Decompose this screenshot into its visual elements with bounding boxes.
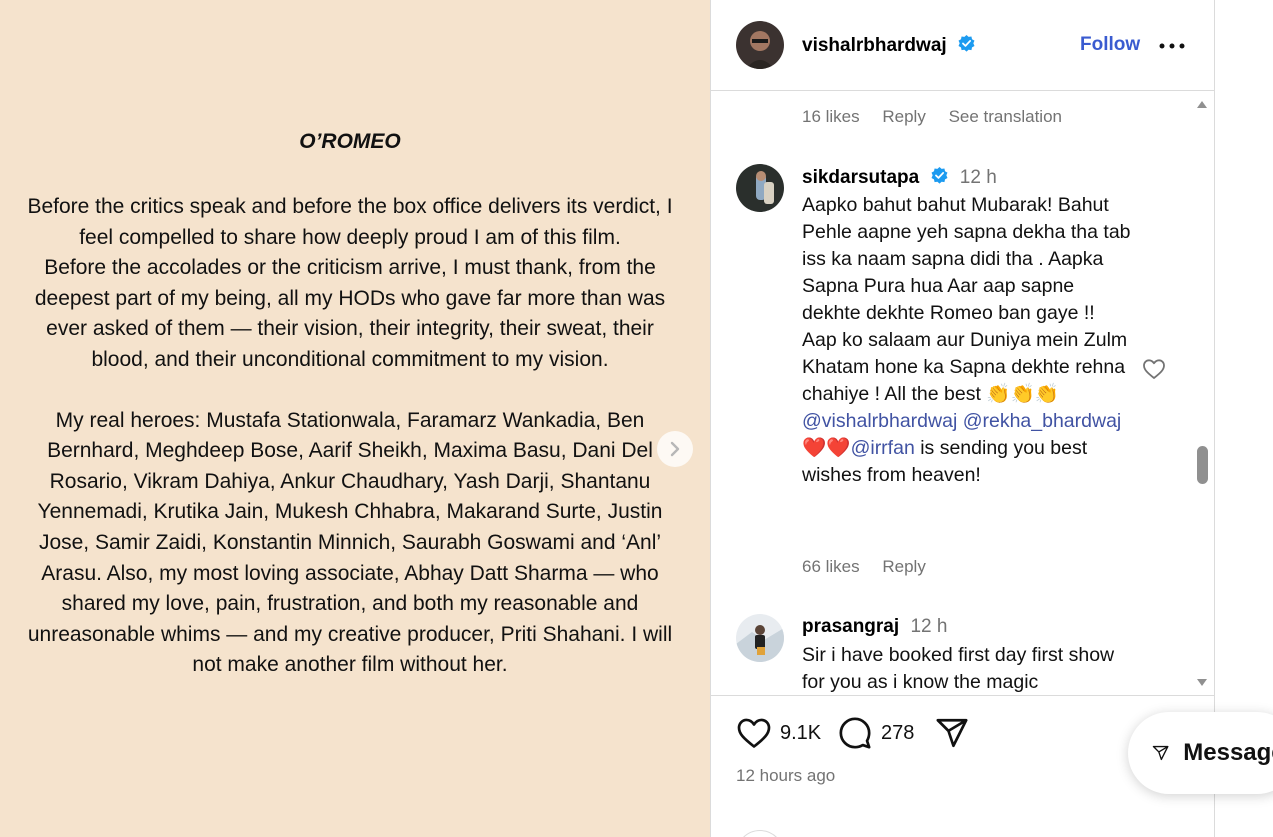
chevron-right-icon — [670, 441, 680, 457]
comment-text: Sir i have booked first day first show f… — [802, 644, 1115, 693]
author-username[interactable]: vishalrbhardwaj — [802, 34, 976, 57]
instagram-post-view: O’ROMEO Before the critics speak and bef… — [0, 0, 1273, 837]
comment-meta: 66 likes Reply — [802, 557, 944, 577]
heart-icon[interactable] — [736, 716, 772, 750]
see-translation-button[interactable]: See translation — [949, 107, 1062, 126]
post-image-title: O’ROMEO — [299, 130, 401, 153]
comment-count[interactable]: 278 — [881, 722, 914, 745]
mention-link[interactable]: @vishalrbhardwaj — [802, 410, 957, 432]
scroll-up-arrow-icon[interactable] — [1196, 99, 1208, 109]
messages-button[interactable]: Messages — [1128, 712, 1273, 794]
like-comment-heart-icon[interactable] — [1142, 358, 1166, 380]
post-image: O’ROMEO Before the critics speak and bef… — [0, 0, 710, 837]
verified-badge-icon — [958, 34, 975, 52]
mention-link[interactable]: @irrfan — [851, 437, 915, 459]
like-button[interactable]: 9.1K — [736, 716, 821, 750]
hearts-emoji: ❤️❤️ — [802, 437, 851, 459]
comment-text: Aapko bahut bahut Mubarak! Bahut Pehle a… — [802, 192, 1132, 489]
post-paragraph-3: My real heroes: Mustafa Stationwala, Far… — [27, 408, 673, 677]
send-paper-plane-icon — [1152, 745, 1169, 761]
next-image-button[interactable] — [657, 431, 693, 467]
author-avatar[interactable] — [736, 21, 784, 69]
more-options-icon[interactable] — [1159, 34, 1185, 58]
share-button[interactable] — [934, 716, 970, 750]
comments-list[interactable]: 16 likes Reply See translation sikdarsut… — [711, 91, 1215, 695]
comment-item: prasangraj 12 h Sir i have booked first … — [711, 614, 1181, 695]
post-side-panel: vishalrbhardwaj Follow 16 likes Reply Se… — [710, 0, 1215, 837]
comment-item: sikdarsutapa 12 h Aapko bahut bahut Muba… — [711, 164, 1181, 594]
comment-header: prasangraj 12 h — [802, 616, 947, 638]
post-paragraph-2: Before the accolades or the criticism ar… — [34, 256, 666, 371]
post-paragraph-1: Before the critics speak and before the … — [27, 195, 673, 249]
commenter-avatar[interactable] — [736, 164, 784, 212]
messages-label[interactable]: Messages — [1183, 739, 1273, 767]
send-paper-plane-icon[interactable] — [934, 716, 970, 750]
comment-bubble-icon[interactable] — [837, 716, 873, 750]
verified-badge-icon — [931, 166, 947, 184]
scroll-down-arrow-icon[interactable] — [1196, 678, 1208, 688]
comment-body: Aapko bahut bahut Mubarak! Bahut Pehle a… — [802, 194, 1131, 405]
comment-reply-button[interactable]: Reply — [882, 557, 925, 576]
comment-button[interactable]: 278 — [837, 716, 914, 750]
comments-scrollbar[interactable] — [1193, 96, 1211, 694]
previous-comment-meta: 16 likes Reply See translation — [802, 107, 1080, 127]
post-image-text: Before the critics speak and before the … — [20, 192, 680, 681]
commenter-avatar[interactable] — [736, 614, 784, 662]
comment-time[interactable]: 12 h — [960, 167, 997, 188]
comment-likes[interactable]: 16 likes — [802, 107, 860, 126]
commenter-username[interactable]: sikdarsutapa — [802, 167, 919, 188]
comment-time[interactable]: 12 h — [910, 616, 947, 637]
mention-link[interactable]: @rekha_bhardwaj — [963, 410, 1122, 432]
author-username-text[interactable]: vishalrbhardwaj — [802, 35, 947, 56]
comment-likes[interactable]: 66 likes — [802, 557, 860, 576]
commenter-username[interactable]: prasangraj — [802, 616, 899, 637]
scrollbar-thumb[interactable] — [1197, 446, 1208, 484]
post-header: vishalrbhardwaj Follow — [711, 0, 1215, 91]
avatar — [736, 830, 784, 837]
post-time-ago[interactable]: 12 hours ago — [736, 766, 835, 786]
comment-reply-button[interactable]: Reply — [882, 107, 925, 126]
comment-header: sikdarsutapa 12 h — [802, 166, 997, 189]
like-count[interactable]: 9.1K — [780, 722, 821, 745]
follow-button[interactable]: Follow — [1080, 34, 1140, 56]
